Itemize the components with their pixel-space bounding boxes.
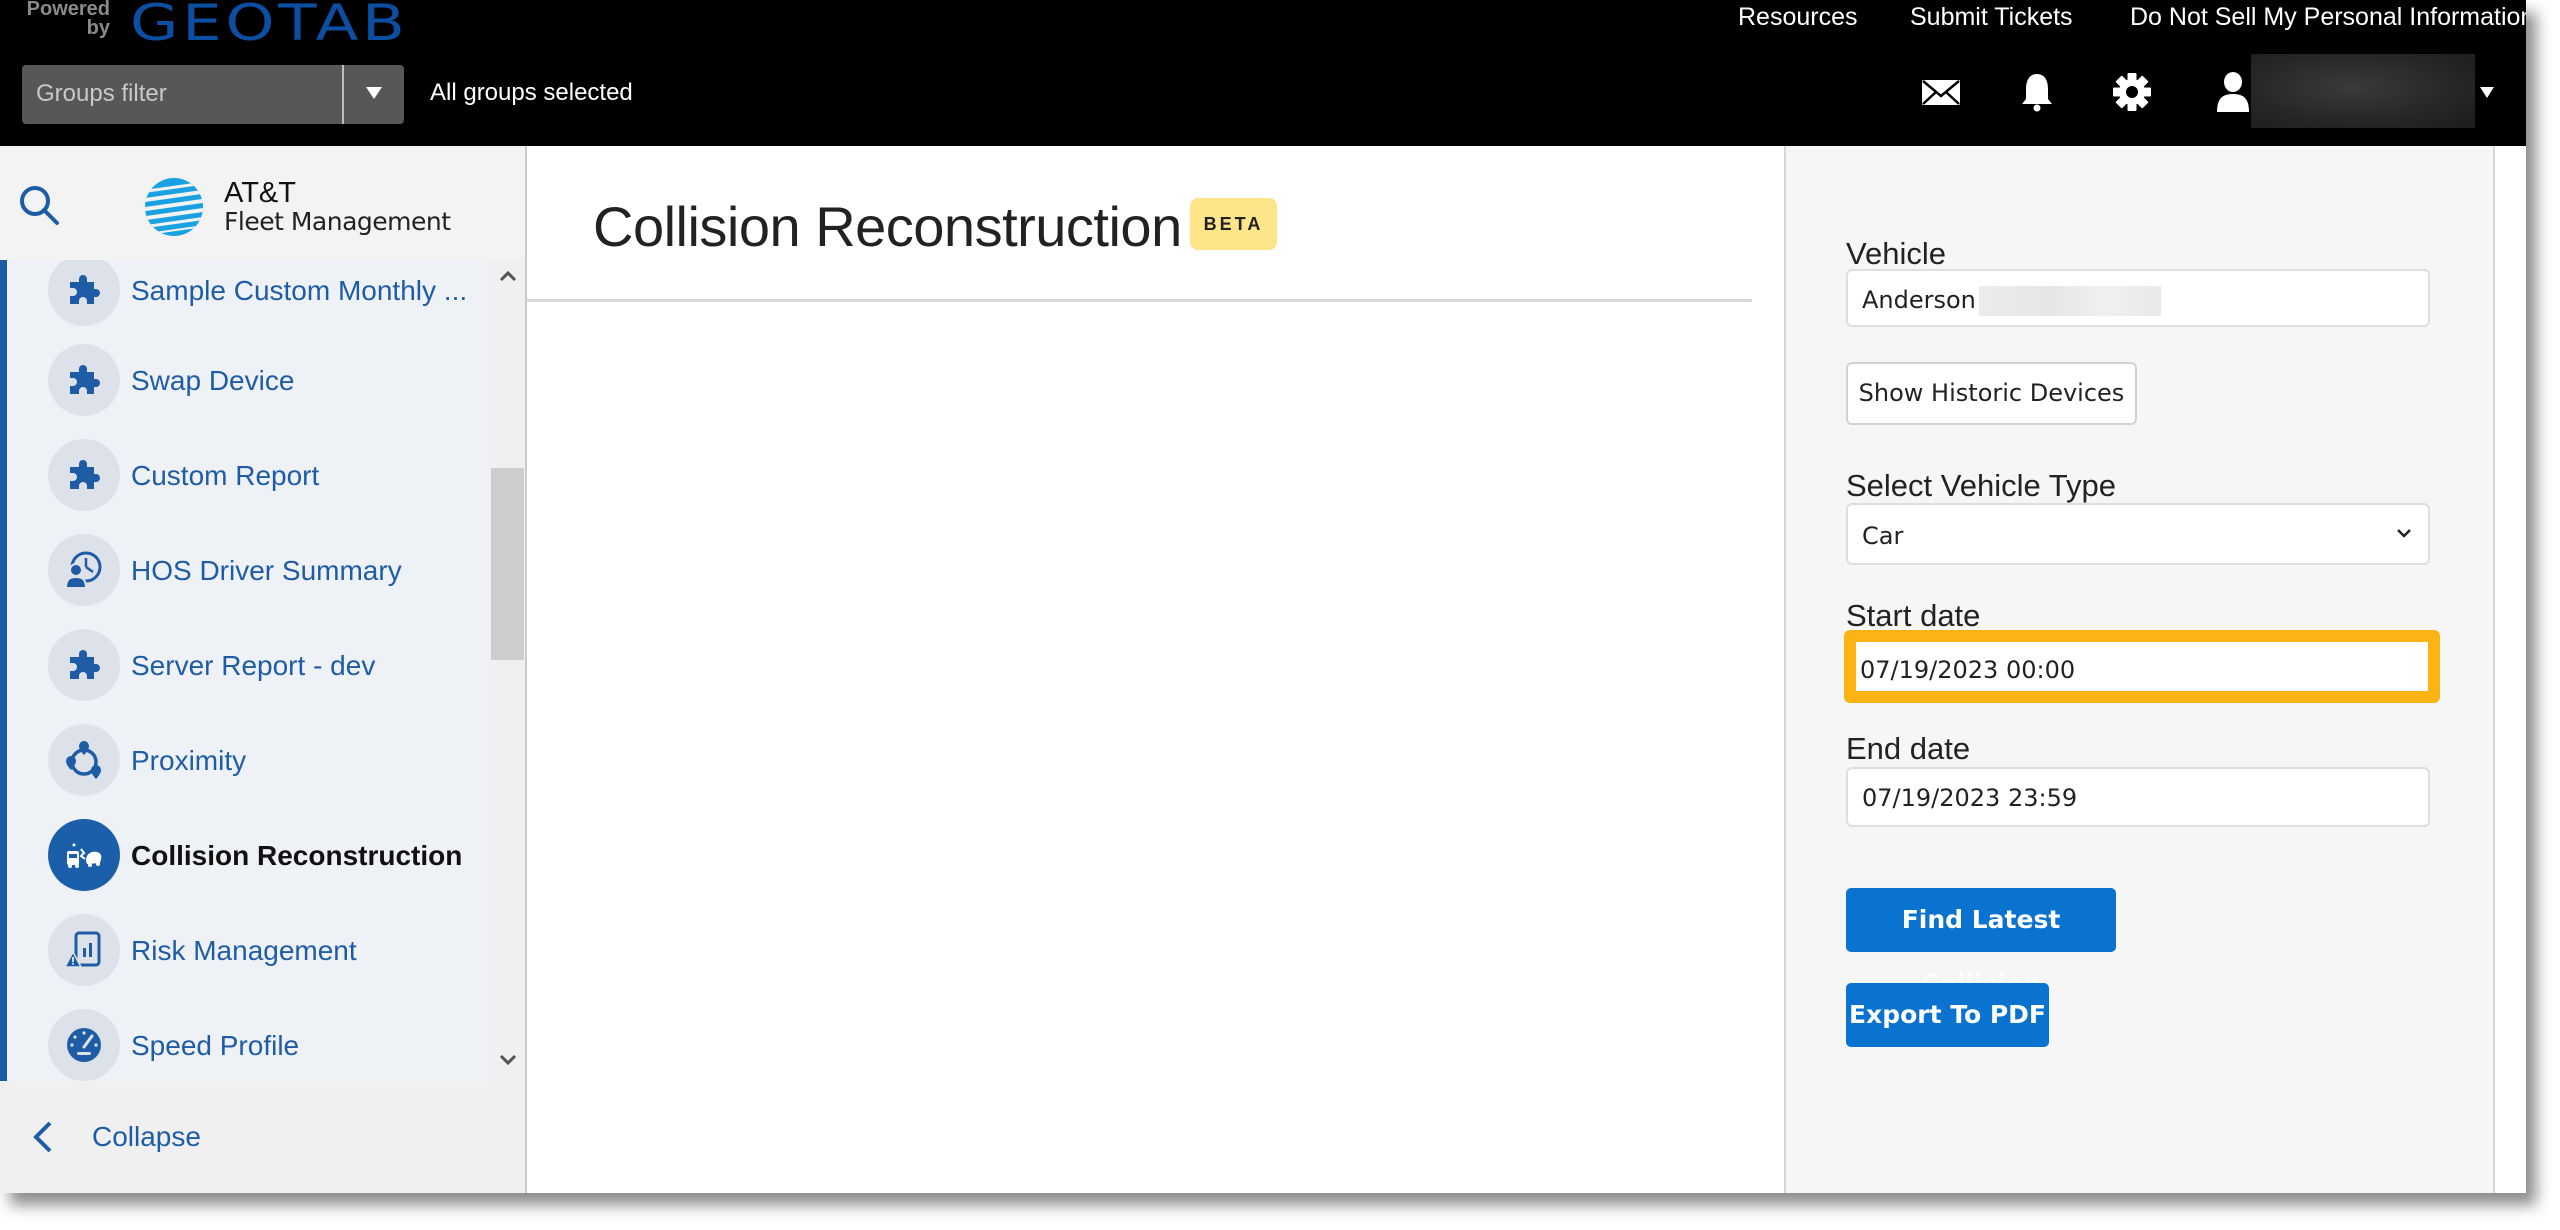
vehicle-type-label: Select Vehicle Type: [1846, 468, 2116, 503]
username-redacted[interactable]: [2251, 54, 2475, 128]
geotab-logo: GEOTAB: [130, 0, 409, 52]
active-section-indicator: [0, 260, 7, 1081]
sidebar-item-custom-report[interactable]: Custom Report: [7, 427, 490, 522]
show-historic-devices-button[interactable]: Show Historic Devices: [1846, 362, 2137, 425]
sidebar-scrollbar-thumb[interactable]: [491, 468, 524, 660]
search-icon[interactable]: [16, 182, 62, 228]
scroll-down-icon[interactable]: [496, 1050, 520, 1070]
user-icon[interactable]: [2211, 70, 2255, 114]
sidebar-item-speed-profile[interactable]: Speed Profile: [7, 997, 490, 1081]
sidebar-item-icon-bg: [48, 629, 120, 701]
groups-filter-placeholder: Groups filter: [36, 80, 167, 107]
app-window: Powered by GEOTAB Resources Submit Ticke…: [0, 0, 2526, 1193]
export-to-pdf-button[interactable]: Export To PDF: [1846, 983, 2049, 1047]
vehicle-type-value: Car: [1862, 522, 1904, 550]
vehicle-input[interactable]: Anderson: [1846, 269, 2430, 327]
chevron-left-icon: [33, 1121, 52, 1153]
vehicle-type-select[interactable]: Car: [1846, 503, 2430, 565]
sidebar-item-label: Swap Device: [131, 365, 295, 396]
sidebar-item-icon-bg: [48, 344, 120, 416]
collapse-button[interactable]: Collapse: [0, 1081, 525, 1193]
att-globe-logo: [145, 178, 203, 236]
sidebar-item-label: Sample Custom Monthly ...: [131, 275, 468, 306]
sidebar-item-icon-bg: [48, 1009, 120, 1081]
sidebar-header: AT&T Fleet Management: [0, 146, 525, 260]
puzzle-icon: [70, 460, 100, 489]
do-not-sell-link[interactable]: Do Not Sell My Personal Information: [2130, 3, 2526, 32]
end-date-value: 07/19/2023 23:59: [1862, 784, 2078, 812]
main-content: Collision Reconstruction BETA: [527, 146, 1784, 1193]
sidebar-scrollbar[interactable]: [490, 260, 525, 1081]
sidebar: AT&T Fleet Management Sample Custom Mont…: [0, 146, 525, 1193]
user-menu-caret-icon[interactable]: [2480, 87, 2494, 98]
sidebar-item-icon-bg: [48, 534, 120, 606]
sidebar-item-label: Risk Management: [131, 935, 357, 966]
start-date-input[interactable]: 07/19/2023 00:00: [1844, 630, 2440, 703]
start-date-label: Start date: [1846, 598, 1981, 633]
collision-icon: [67, 843, 102, 868]
vehicle-label: Vehicle: [1846, 236, 1946, 271]
sidebar-item-icon-bg: [48, 260, 120, 326]
speedometer-icon: [67, 1028, 101, 1062]
puzzle-icon: [70, 650, 100, 679]
scroll-up-icon[interactable]: [496, 266, 520, 286]
sidebar-item-label: Server Report - dev: [131, 650, 376, 681]
groups-status: All groups selected: [430, 79, 633, 106]
sidebar-item-icon-bg: [48, 914, 120, 986]
submit-tickets-link[interactable]: Submit Tickets: [1910, 3, 2073, 32]
top-bar: Powered by GEOTAB Resources Submit Ticke…: [0, 0, 2526, 146]
end-date-label: End date: [1846, 731, 1971, 766]
sidebar-item-label: HOS Driver Summary: [131, 555, 402, 586]
brand-title: AT&T: [224, 177, 296, 209]
vehicle-value: Anderson: [1862, 286, 1976, 314]
start-date-field[interactable]: 07/19/2023 00:00: [1856, 642, 2428, 691]
sidebar-nav-list: Sample Custom Monthly ... Swap Device Cu…: [0, 260, 490, 1081]
proximity-icon: [66, 741, 101, 779]
resources-link[interactable]: Resources: [1738, 3, 1858, 32]
sidebar-item-hos-driver-summary[interactable]: HOS Driver Summary: [7, 522, 490, 617]
page-title: Collision Reconstruction: [593, 195, 1182, 258]
collapse-label: Collapse: [92, 1121, 201, 1152]
sidebar-item-icon-bg: [48, 819, 120, 891]
bell-icon[interactable]: [2015, 70, 2059, 114]
collision-settings-panel: Vehicle Anderson Show Historic Devices S…: [1784, 146, 2495, 1193]
risk-icon: [64, 931, 101, 968]
puzzle-icon: [70, 275, 100, 304]
sidebar-item-collision-reconstruction[interactable]: Collision Reconstruction: [7, 807, 490, 902]
groups-filter[interactable]: Groups filter: [22, 65, 404, 124]
beta-badge: BETA: [1190, 198, 1277, 250]
end-date-input[interactable]: 07/19/2023 23:59: [1846, 767, 2430, 827]
chevron-down-icon: [2397, 529, 2411, 538]
vehicle-value-redacted: [1979, 286, 2161, 316]
mail-icon[interactable]: [1919, 70, 1963, 114]
powered-by-label: Powered by: [26, 0, 110, 39]
start-date-value: 07/19/2023 00:00: [1860, 656, 2076, 684]
caret-down-icon[interactable]: [366, 87, 382, 99]
sidebar-item-risk-management[interactable]: Risk Management: [7, 902, 490, 997]
sidebar-item-sample-custom-monthly[interactable]: Sample Custom Monthly ...: [7, 260, 490, 337]
driver-clock-icon: [64, 551, 102, 589]
sidebar-item-icon-bg: [48, 439, 120, 511]
puzzle-icon: [70, 365, 100, 394]
sidebar-item-label: Collision Reconstruction: [131, 840, 463, 871]
sidebar-item-icon-bg: [48, 724, 120, 796]
sidebar-item-label: Custom Report: [131, 460, 320, 491]
groups-filter-divider: [342, 65, 344, 124]
sidebar-item-label: Speed Profile: [131, 1030, 300, 1061]
find-latest-collision-button[interactable]: Find Latest Collision: [1846, 888, 2116, 998]
sidebar-item-proximity[interactable]: Proximity: [7, 712, 490, 807]
sidebar-item-label: Proximity: [131, 745, 247, 776]
sidebar-item-server-report-dev[interactable]: Server Report - dev: [7, 617, 490, 712]
sidebar-item-swap-device[interactable]: Swap Device: [7, 332, 490, 427]
title-divider: [527, 299, 1752, 302]
gear-icon[interactable]: [2110, 70, 2154, 114]
brand-subtitle: Fleet Management: [224, 207, 451, 236]
